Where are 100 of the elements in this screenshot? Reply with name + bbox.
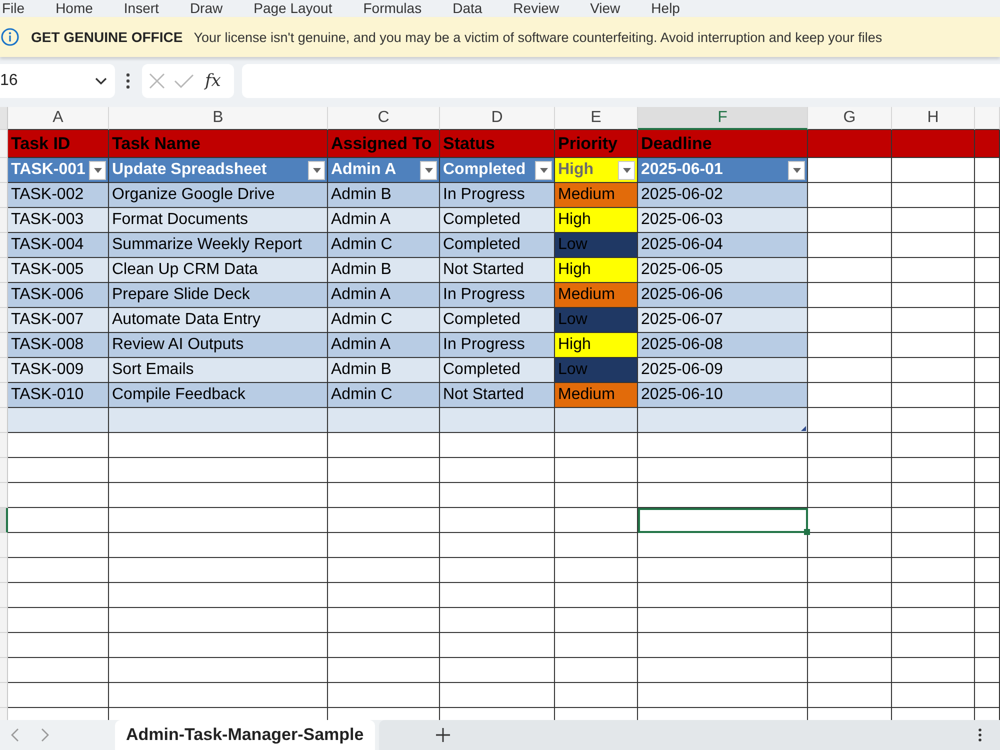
menu-item[interactable]: Home bbox=[56, 0, 93, 17]
caret-down-icon bbox=[622, 168, 630, 172]
table-cell: TASK-009 bbox=[8, 358, 109, 383]
table-cell: Organize Google Drive bbox=[109, 183, 328, 208]
filter-button[interactable] bbox=[89, 160, 106, 180]
menu-item[interactable]: Insert bbox=[124, 0, 159, 17]
check-icon[interactable] bbox=[174, 74, 194, 88]
table-cell: 2025-06-08 bbox=[638, 333, 808, 358]
cell-text: High bbox=[558, 161, 594, 179]
menu-item[interactable]: Review bbox=[513, 0, 560, 17]
banner-message: Your license isn't genuine, and you may be a victim of software counterfeiting. Avoid interruption and keep your files bbox=[194, 30, 882, 44]
table-cell: TASK-003 bbox=[8, 208, 109, 233]
column-header[interactable]: G bbox=[808, 107, 892, 130]
menu-item[interactable]: Help bbox=[651, 0, 680, 17]
priority-cell: Low bbox=[555, 233, 638, 258]
table-cell: 2025-06-09 bbox=[638, 358, 808, 383]
caret-down-icon bbox=[312, 168, 320, 172]
column-heading: Deadline bbox=[638, 130, 808, 158]
more-options-icon[interactable] bbox=[126, 73, 130, 89]
table-cell: Clean Up CRM Data bbox=[109, 258, 328, 283]
column-header[interactable]: D bbox=[440, 107, 555, 130]
table-cell: 2025-06-07 bbox=[638, 308, 808, 333]
table-cell: TASK-007 bbox=[8, 308, 109, 333]
table-cell: In Progress bbox=[440, 283, 555, 308]
table-cell: Compile Feedback bbox=[109, 383, 328, 408]
column-header[interactable]: A bbox=[8, 107, 109, 130]
fill-handle-icon[interactable] bbox=[804, 529, 810, 535]
caret-down-icon bbox=[94, 168, 102, 172]
sheet-tab[interactable]: Admin-Task-Manager-Sample bbox=[115, 720, 375, 750]
cell-text: Completed bbox=[443, 161, 526, 179]
table-cell: 2025-06-10 bbox=[638, 383, 808, 408]
column-heading: Task Name bbox=[109, 130, 328, 158]
table-cell: 2025-06-02 bbox=[638, 183, 808, 208]
chevron-down-icon bbox=[95, 77, 107, 85]
table-cell: In Progress bbox=[440, 183, 555, 208]
cell-text: TASK-001 bbox=[11, 161, 86, 179]
table-cell: Not Started bbox=[440, 383, 555, 408]
filter-button[interactable] bbox=[308, 160, 325, 180]
insert-function-button[interactable]: fx bbox=[203, 71, 223, 91]
table-cell: Review AI Outputs bbox=[109, 333, 328, 358]
column-header[interactable]: B bbox=[109, 107, 328, 130]
table-cell: Admin B bbox=[328, 358, 440, 383]
more-options-icon[interactable] bbox=[978, 728, 982, 742]
table-cell: Completed bbox=[440, 233, 555, 258]
column-header[interactable] bbox=[975, 107, 1000, 130]
cell-text: 2025-06-01 bbox=[641, 161, 723, 179]
table-cell: Admin A bbox=[328, 208, 440, 233]
column-header[interactable]: H bbox=[892, 107, 975, 130]
priority-cell: Medium bbox=[555, 183, 638, 208]
table-cell: TASK-006 bbox=[8, 283, 109, 308]
priority-cell: High bbox=[555, 258, 638, 283]
filter-button[interactable] bbox=[618, 160, 635, 180]
table-cell: Sort Emails bbox=[109, 358, 328, 383]
menu-item[interactable]: Data bbox=[452, 0, 482, 17]
row-header[interactable] bbox=[0, 508, 8, 533]
filter-button[interactable] bbox=[535, 160, 552, 180]
priority-cell: Low bbox=[555, 308, 638, 333]
table-cell: TASK-010 bbox=[8, 383, 109, 408]
table-cell: Summarize Weekly Report bbox=[109, 233, 328, 258]
table-cell: Completed bbox=[440, 308, 555, 333]
menu-item[interactable]: File bbox=[2, 0, 25, 17]
table-cell: Not Started bbox=[440, 258, 555, 283]
chevron-left-icon bbox=[11, 728, 19, 742]
filter-button[interactable] bbox=[420, 160, 437, 180]
table-cell: TASK-002 bbox=[8, 183, 109, 208]
caret-down-icon bbox=[792, 168, 800, 172]
banner-title: GET GENUINE OFFICE bbox=[31, 29, 183, 45]
table-cell: 2025-06-06 bbox=[638, 283, 808, 308]
table-cell: Completed bbox=[440, 358, 555, 383]
cell-text: Admin A bbox=[331, 161, 396, 179]
resize-handle-icon[interactable] bbox=[801, 426, 806, 431]
column-heading: Priority bbox=[555, 130, 638, 158]
menu-item[interactable]: Formulas bbox=[363, 0, 422, 17]
column-header[interactable]: F bbox=[638, 107, 808, 130]
column-header[interactable]: E bbox=[555, 107, 638, 130]
info-icon bbox=[1, 28, 19, 46]
column-heading: Assigned To bbox=[328, 130, 440, 158]
priority-cell: Low bbox=[555, 358, 638, 383]
table-cell: 2025-06-05 bbox=[638, 258, 808, 283]
plus-icon bbox=[434, 727, 451, 743]
table-cell: Automate Data Entry bbox=[109, 308, 328, 333]
menu-item[interactable]: View bbox=[590, 0, 620, 17]
table-cell: Admin A bbox=[328, 333, 440, 358]
priority-cell: Medium bbox=[555, 283, 638, 308]
table-cell: TASK-004 bbox=[8, 233, 109, 258]
chevron-right-icon bbox=[41, 728, 49, 742]
table-cell: Admin A bbox=[328, 283, 440, 308]
table-cell: 2025-06-03 bbox=[638, 208, 808, 233]
priority-cell: Medium bbox=[555, 383, 638, 408]
cell-text: Update Spreadsheet bbox=[112, 161, 267, 179]
selected-cell[interactable] bbox=[638, 508, 808, 533]
priority-cell: High bbox=[555, 333, 638, 358]
filter-button[interactable] bbox=[788, 160, 805, 180]
menu-item[interactable]: Draw bbox=[190, 0, 223, 17]
menu-item[interactable]: Page Layout bbox=[254, 0, 332, 17]
select-all-corner[interactable] bbox=[0, 107, 8, 130]
cancel-icon[interactable] bbox=[149, 73, 165, 89]
table-cell: Completed bbox=[440, 208, 555, 233]
name-box[interactable]: 16 bbox=[0, 64, 115, 98]
column-header[interactable]: C bbox=[328, 107, 440, 130]
